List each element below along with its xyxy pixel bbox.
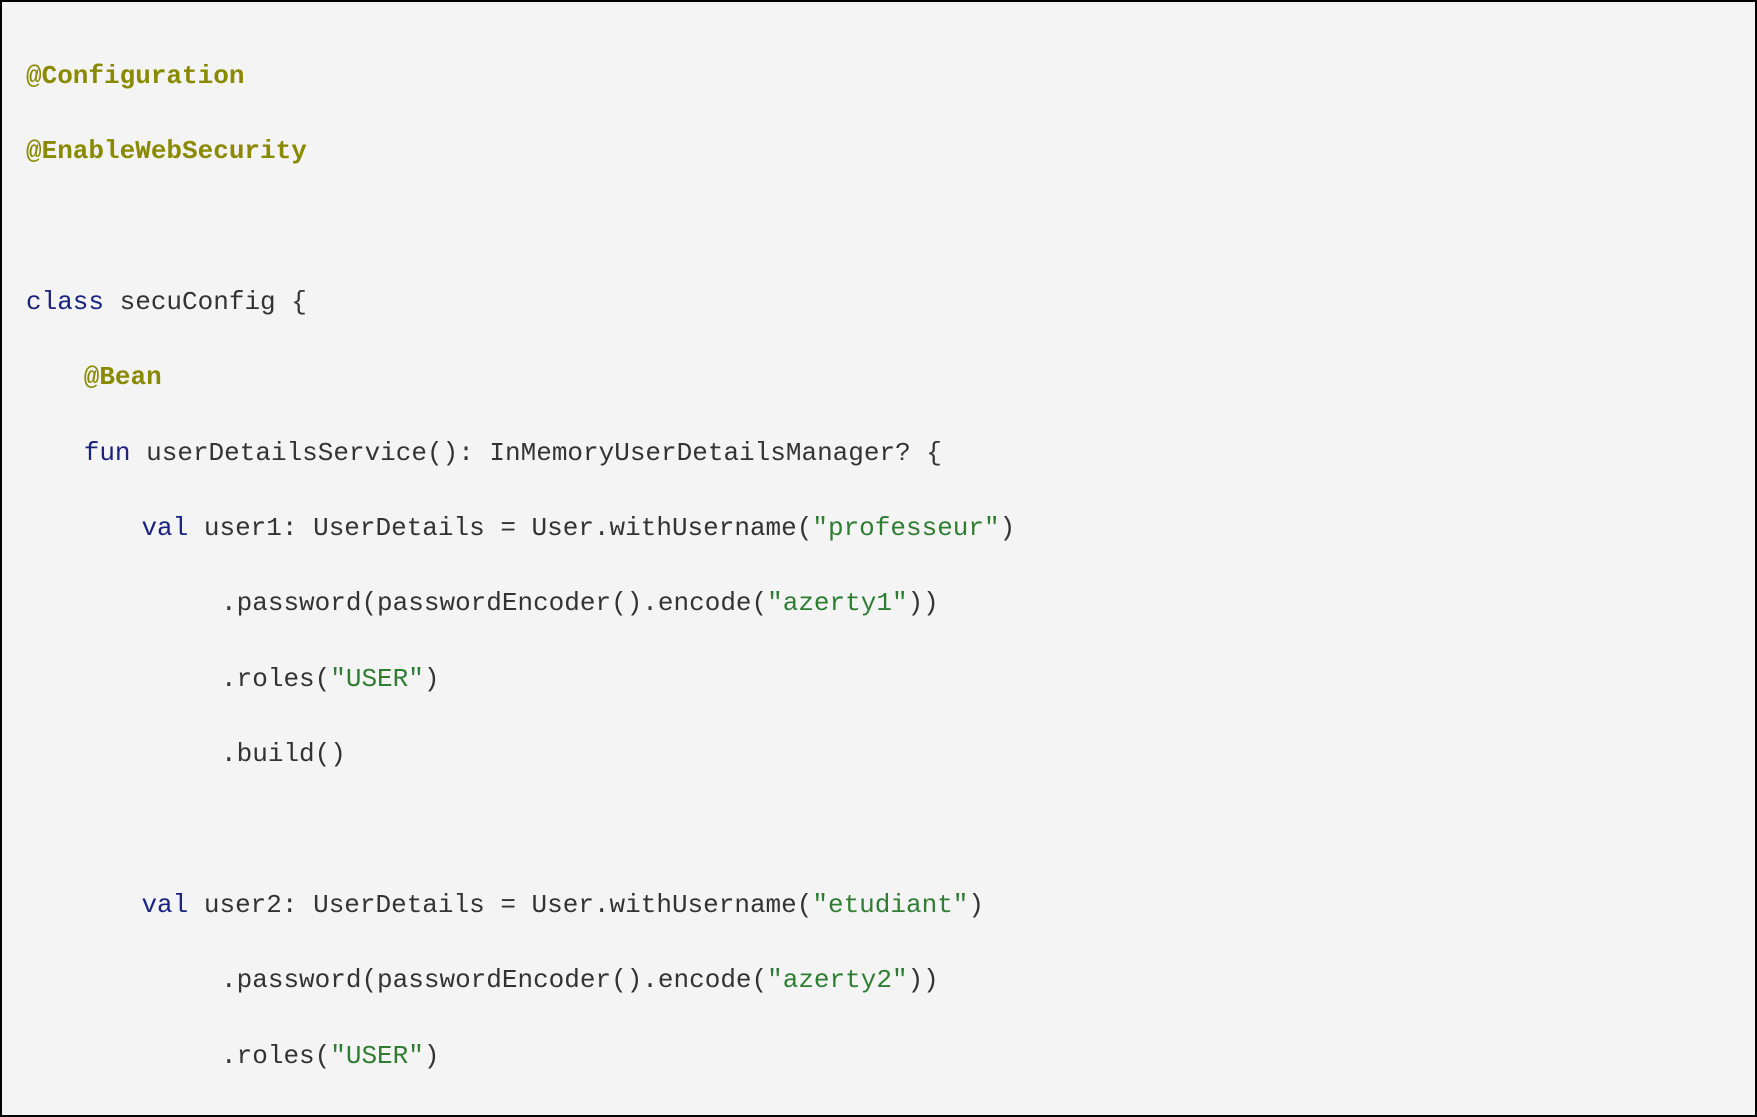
- code-line: @Bean: [26, 359, 1731, 397]
- code-line: class secuConfig {: [26, 284, 1731, 322]
- code-line: .password(passwordEncoder().encode("azer…: [26, 962, 1731, 1000]
- annotation-bean: @Bean: [84, 362, 162, 392]
- code-line: fun userDetailsService(): InMemoryUserDe…: [26, 435, 1731, 473]
- blank-line: [26, 811, 1731, 849]
- keyword-class: class: [26, 287, 104, 317]
- string-azerty1: "azerty1": [767, 588, 907, 618]
- string-professeur: "professeur": [812, 513, 999, 543]
- blank-line: [26, 208, 1731, 246]
- string-etudiant: "etudiant": [812, 890, 968, 920]
- keyword-fun: fun: [84, 438, 131, 468]
- funcname: userDetailsService: [146, 438, 427, 468]
- code-line: .roles("USER"): [26, 661, 1731, 699]
- code-line: .password(passwordEncoder().encode("azer…: [26, 585, 1731, 623]
- paren: ): [424, 1041, 440, 1071]
- paren: ): [968, 890, 984, 920]
- code-line: .build(): [26, 736, 1731, 774]
- password-call: .password(passwordEncoder().encode(: [221, 588, 767, 618]
- string-azerty2: "azerty2": [767, 965, 907, 995]
- user1-decl: user1: UserDetails = User.withUsername(: [188, 513, 812, 543]
- code-line: .build(): [26, 1113, 1731, 1117]
- roles-call: .roles(: [221, 664, 330, 694]
- keyword-val: val: [141, 513, 188, 543]
- paren: )): [908, 588, 939, 618]
- code-line: val user1: UserDetails = User.withUserna…: [26, 510, 1731, 548]
- keyword-val: val: [141, 890, 188, 920]
- paren: ): [424, 664, 440, 694]
- code-block: @Configuration @EnableWebSecurity class …: [0, 0, 1757, 1117]
- password-call: .password(passwordEncoder().encode(: [221, 965, 767, 995]
- paren: ): [1000, 513, 1016, 543]
- string-user: "USER": [330, 664, 424, 694]
- code-line: @Configuration: [26, 58, 1731, 96]
- build-call: .build(): [221, 739, 346, 769]
- string-user: "USER": [330, 1041, 424, 1071]
- user2-decl: user2: UserDetails = User.withUsername(: [188, 890, 812, 920]
- annotation-configuration: @Configuration: [26, 61, 244, 91]
- space: [131, 438, 147, 468]
- annotation-enablewebsecurity: @EnableWebSecurity: [26, 136, 307, 166]
- roles-call: .roles(: [221, 1041, 330, 1071]
- code-line: @EnableWebSecurity: [26, 133, 1731, 171]
- paren: )): [908, 965, 939, 995]
- func-sig-tail: (): InMemoryUserDetailsManager? {: [427, 438, 942, 468]
- code-line: .roles("USER"): [26, 1038, 1731, 1076]
- class-decl: secuConfig {: [104, 287, 307, 317]
- code-line: val user2: UserDetails = User.withUserna…: [26, 887, 1731, 925]
